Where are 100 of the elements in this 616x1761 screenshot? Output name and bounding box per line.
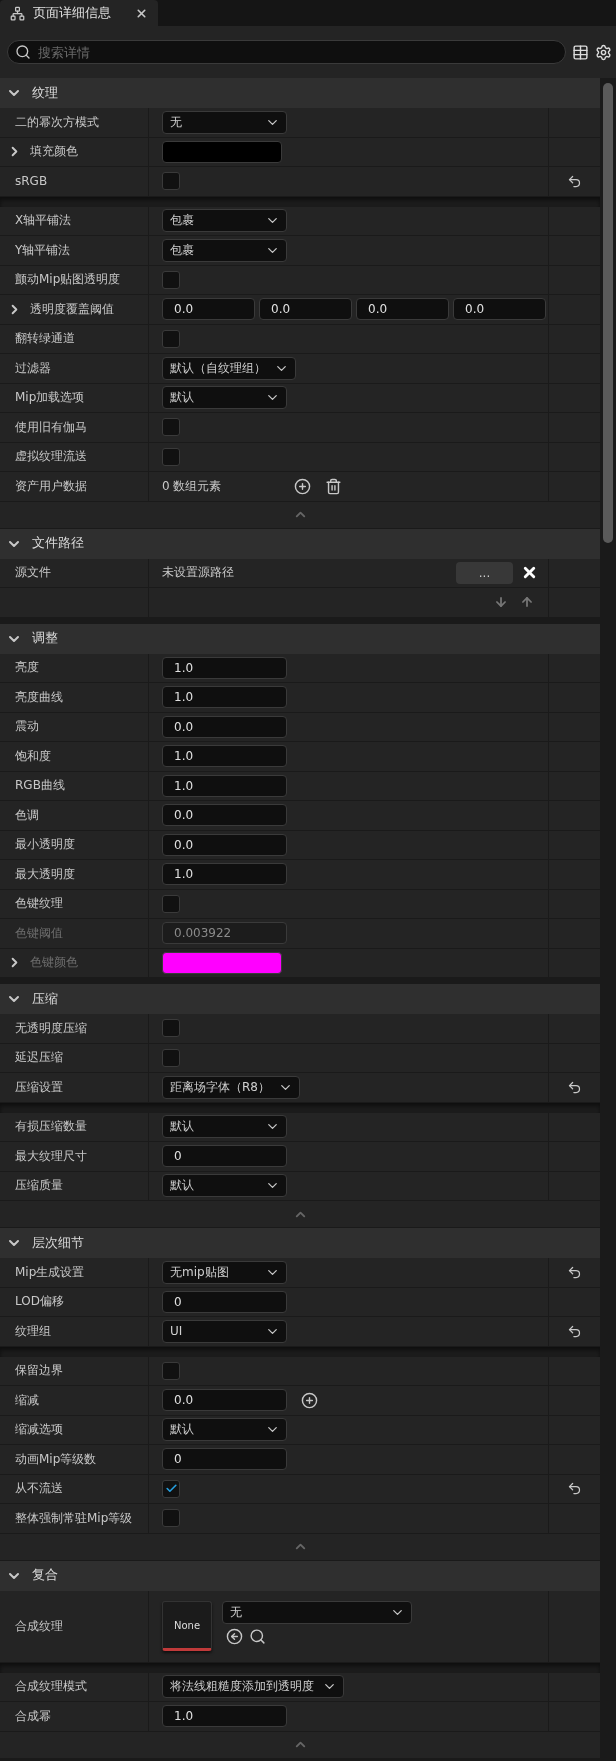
property-label: 有损压缩数量 [15, 1118, 87, 1136]
dropdown[interactable]: 包裹 [162, 209, 287, 233]
array-count: 0 数组元素 [162, 477, 223, 495]
advanced-toggle-button[interactable] [0, 501, 600, 528]
number-field[interactable]: 0.0 [162, 298, 255, 321]
texture-thumbnail[interactable]: None [162, 1601, 212, 1651]
property-label: 透明度覆盖阈值 [30, 300, 114, 318]
property-label: 填充颜色 [30, 143, 78, 161]
checkbox[interactable] [162, 894, 180, 913]
property-label: 饱和度 [15, 747, 51, 765]
close-icon[interactable] [135, 6, 148, 20]
property-label: Mip生成设置 [15, 1263, 85, 1281]
dropdown[interactable]: 默认 [162, 1174, 287, 1198]
dropdown[interactable]: 将法线粗糙度添加到透明度 [162, 1675, 344, 1699]
property-label: 色键纹理 [15, 895, 63, 913]
dropdown[interactable]: 无 [222, 1601, 412, 1624]
reset-icon[interactable] [567, 1079, 582, 1095]
advanced-toggle-button[interactable] [0, 1731, 600, 1758]
browse-button[interactable]: ... [456, 561, 513, 584]
arrow-down-icon[interactable] [494, 595, 508, 610]
search-icon[interactable] [249, 1628, 266, 1645]
dropdown[interactable]: 默认（自纹理组） [162, 356, 296, 380]
number-field[interactable]: 0 [162, 1290, 287, 1313]
checkbox[interactable] [162, 172, 180, 191]
section-header[interactable]: 纹理 [0, 78, 600, 108]
checkbox[interactable] [162, 1509, 180, 1528]
reset-icon[interactable] [567, 1264, 582, 1280]
property-label: 最小透明度 [15, 836, 75, 854]
property-label: 保留边界 [15, 1362, 63, 1380]
number-field[interactable]: 1.0 [162, 686, 287, 709]
number-field[interactable]: 0.0 [162, 1389, 287, 1412]
section-header[interactable]: 压缩 [0, 984, 600, 1014]
checkbox[interactable] [162, 270, 180, 289]
checkbox[interactable] [162, 1361, 180, 1380]
property-label: 延迟压缩 [15, 1049, 63, 1067]
reset-icon[interactable] [567, 1481, 582, 1497]
number-field[interactable]: 0.0 [162, 715, 287, 738]
property-label: 合成纹理 [15, 1617, 63, 1635]
property-label: 二的幂次方模式 [15, 113, 99, 131]
number-field[interactable]: 0 [162, 1145, 287, 1168]
dropdown[interactable]: 无mip贴图 [162, 1260, 287, 1284]
property-label: 色键颜色 [30, 954, 78, 972]
arrow-left-icon[interactable] [226, 1628, 243, 1645]
dropdown[interactable]: 无 [162, 110, 287, 134]
number-field[interactable]: 0.0 [162, 833, 287, 856]
panel-tab[interactable]: 页面详细信息 [0, 0, 158, 26]
trash-icon[interactable] [325, 477, 342, 495]
dropdown[interactable]: 包裹 [162, 238, 287, 262]
number-field[interactable]: 0.0 [453, 298, 546, 321]
dropdown[interactable]: 默认 [162, 386, 287, 410]
property-label: 无透明度压缩 [15, 1019, 87, 1037]
section-title: 层次细节 [32, 1234, 84, 1252]
checkbox[interactable] [162, 329, 180, 348]
section-header[interactable]: 层次细节 [0, 1228, 600, 1258]
checkbox[interactable] [162, 447, 180, 466]
reset-icon[interactable] [567, 173, 582, 189]
advanced-toggle-button[interactable] [0, 1533, 600, 1560]
checkbox[interactable] [162, 418, 180, 437]
number-field[interactable]: 1.0 [162, 1705, 287, 1728]
property-label: X轴平铺法 [15, 212, 72, 230]
checkbox[interactable] [162, 1019, 180, 1038]
property-label: 从不流送 [15, 1480, 63, 1498]
number-field[interactable]: 1.0 [162, 863, 287, 886]
property-label: 使用旧有伽马 [15, 418, 87, 436]
dropdown[interactable]: 默认 [162, 1115, 287, 1139]
property-label: RGB曲线 [15, 777, 65, 795]
number-field[interactable]: 1.0 [162, 774, 287, 797]
section-header[interactable]: 文件路径 [0, 528, 600, 559]
add-icon[interactable] [301, 1391, 318, 1409]
section-title: 压缩 [32, 990, 58, 1008]
property-label: 亮度曲线 [15, 688, 63, 706]
number-field[interactable]: 0.0 [162, 804, 287, 827]
section-header[interactable]: 调整 [0, 623, 600, 654]
settings-icon[interactable] [595, 43, 612, 61]
number-field[interactable]: 0 [162, 1448, 287, 1471]
search-field[interactable]: 搜索详情 [7, 40, 566, 64]
section-header[interactable]: 复合 [0, 1560, 600, 1591]
color-swatch[interactable] [162, 140, 282, 163]
number-field[interactable]: 1.0 [162, 656, 287, 679]
checkbox[interactable] [162, 1048, 180, 1067]
table-icon[interactable] [572, 43, 589, 61]
number-field[interactable]: 1.0 [162, 745, 287, 768]
property-label: 虚拟纹理流送 [15, 448, 87, 466]
property-label: 翻转绿通道 [15, 330, 75, 348]
number-field[interactable]: 0.0 [356, 298, 449, 321]
advanced-toggle-button[interactable] [0, 1201, 600, 1227]
property-label: Y轴平铺法 [15, 241, 71, 259]
property-label: 颤动Mip贴图透明度 [15, 271, 121, 289]
dropdown[interactable]: 默认 [162, 1418, 287, 1442]
checkbox[interactable] [162, 1479, 180, 1498]
add-icon[interactable] [294, 477, 311, 495]
property-label: Mip加载选项 [15, 389, 85, 407]
dropdown[interactable]: 距离场字体（R8） [162, 1075, 300, 1099]
dropdown[interactable]: UI [162, 1319, 287, 1343]
property-label: 亮度 [15, 659, 39, 677]
number-field[interactable]: 0.0 [259, 298, 352, 321]
property-label: 合成幂 [15, 1707, 51, 1725]
section-title: 复合 [32, 1567, 58, 1584]
property-label: 整体强制常驻Mip等级 [15, 1509, 133, 1527]
reset-icon[interactable] [567, 1323, 582, 1339]
